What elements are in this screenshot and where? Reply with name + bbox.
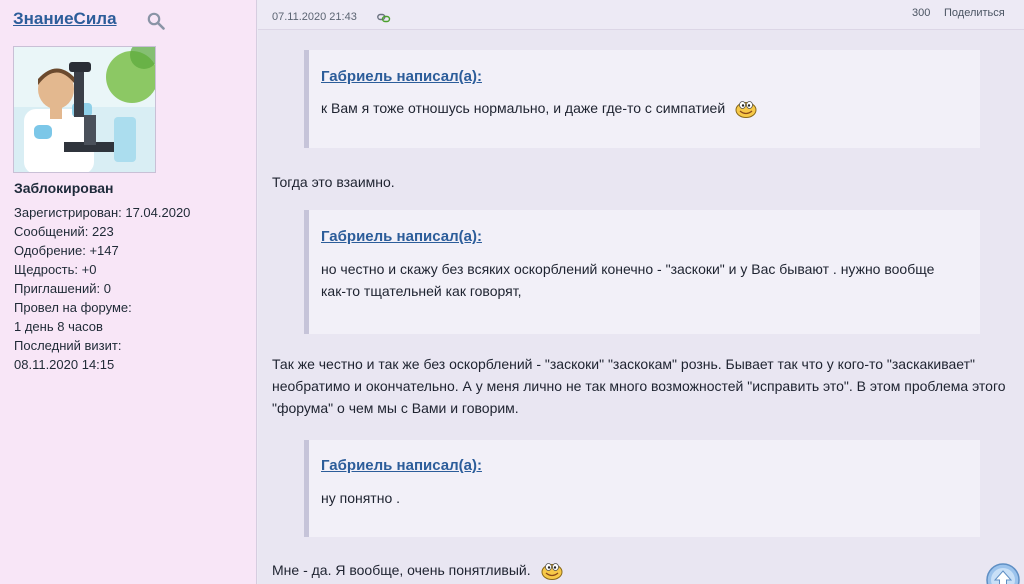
avatar bbox=[13, 46, 156, 173]
quote-author[interactable]: Габриель написал(а): bbox=[321, 457, 482, 474]
arrow-up-icon[interactable] bbox=[986, 563, 1020, 584]
post-date: 07.11.2020 21:43 bbox=[272, 11, 357, 23]
search-icon[interactable] bbox=[147, 12, 165, 30]
quote-author[interactable]: Габриель написал(а): bbox=[321, 228, 482, 245]
quote-block: Габриель написал(а): но честно и скажу б… bbox=[304, 210, 980, 334]
quote-author[interactable]: Габриель написал(а): bbox=[321, 68, 482, 85]
stat-time-label: Провел на форуме: bbox=[14, 300, 132, 315]
user-stats: Зарегистрирован: 17.04.2020 Сообщений: 2… bbox=[14, 203, 190, 374]
reply-text: Так же честно и так же без оскорблений -… bbox=[272, 356, 1006, 416]
user-status: Заблокирован bbox=[14, 180, 114, 196]
stat-time-value: 1 день 8 часов bbox=[14, 319, 103, 334]
link-icon[interactable] bbox=[377, 12, 391, 24]
quote-text-content: к Вам я тоже отношусь нормально, и даже … bbox=[321, 100, 726, 116]
quote-block: Габриель написал(а): к Вам я тоже отношу… bbox=[304, 50, 980, 148]
post-header: 07.11.2020 21:43 300 Поделиться bbox=[258, 0, 1024, 30]
stat-approval: Одобрение: +147 bbox=[14, 243, 119, 258]
share-link[interactable]: Поделиться bbox=[944, 7, 1005, 19]
post: 07.11.2020 21:43 300 Поделиться Габриель… bbox=[258, 0, 1024, 584]
quote-text: ну понятно . bbox=[321, 490, 401, 506]
quote-text: но честно и скажу без всяких оскорблений… bbox=[321, 261, 935, 299]
reply-text-content: Мне - да. Я вообще, очень понятливый. bbox=[272, 562, 531, 578]
post-number[interactable]: 300 bbox=[912, 7, 930, 19]
user-sidebar: ЗнаниеСила Заблокирован Зарегистрирован:… bbox=[0, 0, 257, 584]
reply-text: Мне - да. Я вообще, очень понятливый. bbox=[272, 559, 1012, 581]
stat-invitations: Приглашений: 0 bbox=[14, 281, 111, 296]
stat-last-visit-value: 08.11.2020 14:15 bbox=[14, 357, 115, 372]
smiley-icon bbox=[541, 563, 563, 581]
stat-generosity: Щедрость: +0 bbox=[14, 262, 97, 277]
quote-block: Габриель написал(а): ну понятно . bbox=[304, 440, 980, 537]
smiley-icon bbox=[735, 101, 757, 119]
stat-last-visit-label: Последний визит: bbox=[14, 338, 122, 353]
username-link[interactable]: ЗнаниеСила bbox=[13, 9, 117, 29]
stat-registered: Зарегистрирован: 17.04.2020 bbox=[14, 205, 191, 220]
stat-messages: Сообщений: 223 bbox=[14, 224, 114, 239]
quote-text: к Вам я тоже отношусь нормально, и даже … bbox=[321, 97, 961, 119]
reply-text: Тогда это взаимно. bbox=[272, 174, 395, 190]
